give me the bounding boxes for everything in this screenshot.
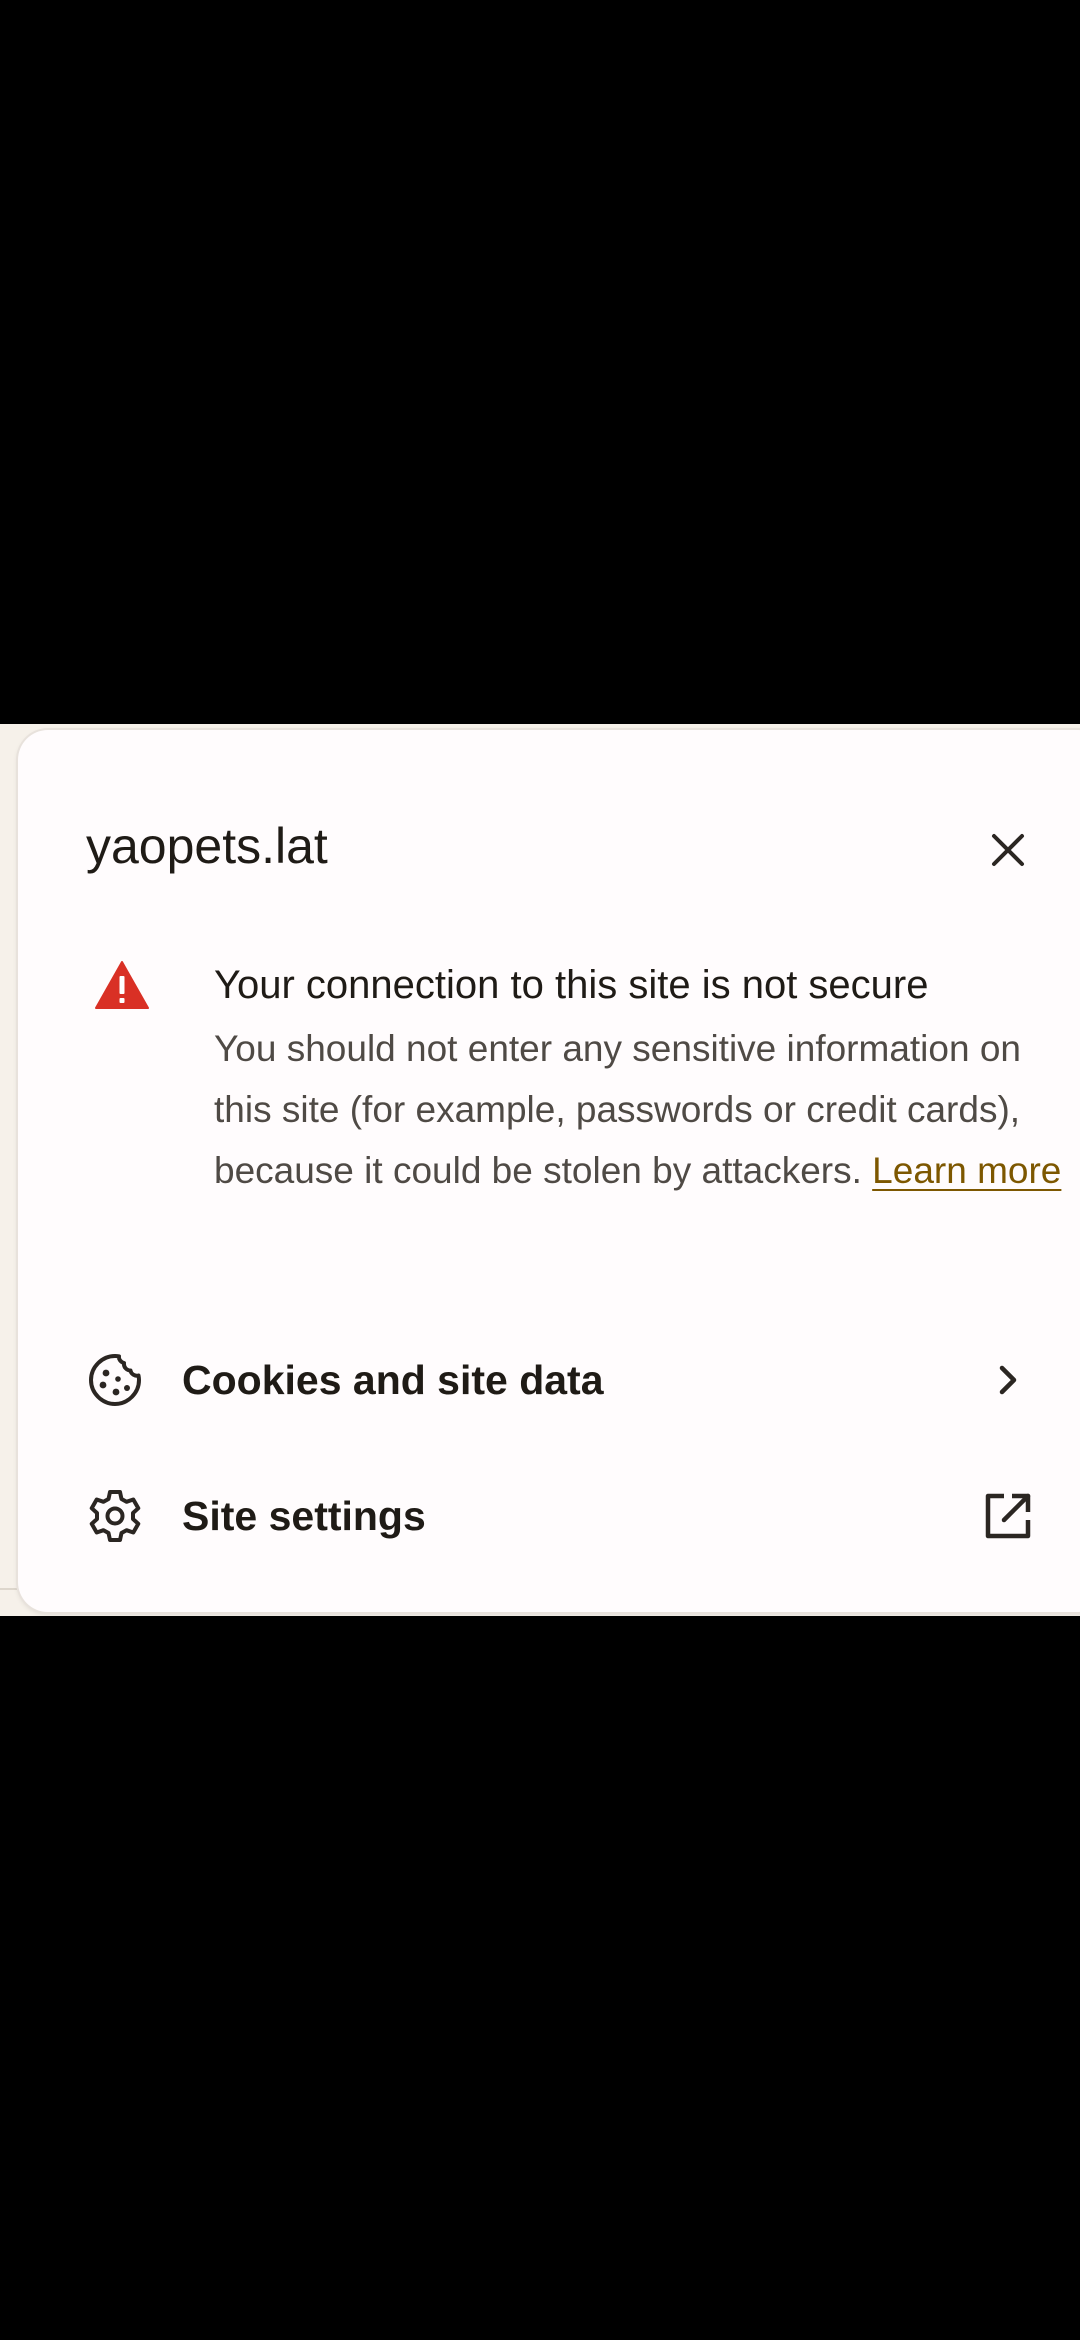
close-icon [992, 834, 1024, 866]
open-external-icon [985, 1493, 1031, 1539]
close-button[interactable] [978, 820, 1038, 880]
cookies-and-site-data-row[interactable]: Cookies and site data [18, 1320, 1080, 1440]
cookies-row-trailing [978, 1350, 1038, 1410]
gear-icon [89, 1490, 141, 1542]
site-settings-row-trailing [978, 1486, 1038, 1546]
site-settings-row-label: Site settings [182, 1493, 426, 1539]
site-settings-row[interactable]: Site settings [18, 1456, 1080, 1576]
cookie-icon [89, 1354, 141, 1406]
chevron-right-icon [999, 1365, 1017, 1395]
warning-triangle-icon [95, 961, 149, 1009]
page-info-dialog: yaopets.lat Your connection to this site… [18, 730, 1080, 1612]
site-name: yaopets.lat [86, 818, 328, 874]
backdrop-divider [0, 1588, 18, 1590]
warning-title: Your connection to this site is not secu… [214, 963, 929, 1007]
screen: yaopets.lat Your connection to this site… [0, 0, 1080, 2340]
learn-more-link[interactable]: Learn more [872, 1150, 1061, 1191]
warning-body: You should not enter any sensitive infor… [214, 1018, 1064, 1201]
cookies-row-label: Cookies and site data [182, 1357, 604, 1403]
